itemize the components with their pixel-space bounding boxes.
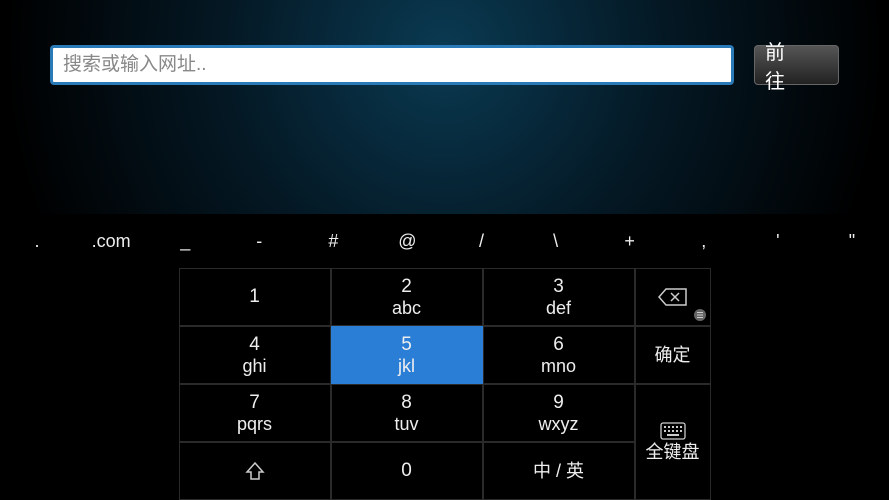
backspace-icon [658, 287, 688, 307]
sym-key-dotcom[interactable]: .com [74, 214, 148, 268]
key-letters: wxyz [539, 414, 579, 435]
sym-key-backslash[interactable]: \ [519, 214, 593, 268]
confirm-label: 确定 [655, 345, 691, 366]
key-letters: mno [541, 356, 576, 377]
sym-key-comma[interactable]: , [667, 214, 741, 268]
shift-icon [245, 461, 265, 481]
sym-key-dash[interactable]: - [222, 214, 296, 268]
lang-toggle-label: 中 / 英 [533, 461, 584, 482]
virtual-keyboard: . .com _ - # @ / \ + , ' " 1 2 abc 3 def [0, 214, 889, 500]
backspace-key[interactable] [635, 268, 711, 326]
sym-key-dot[interactable]: . [0, 214, 74, 268]
keyboard-icon [660, 422, 686, 440]
key-letters: jkl [398, 356, 415, 377]
sym-key-apostrophe[interactable]: ' [741, 214, 815, 268]
key-digit: 3 [553, 276, 564, 298]
key-0[interactable]: 0 [331, 442, 483, 500]
full-keyboard-label: 全键盘 [646, 442, 700, 463]
key-4[interactable]: 4 ghi [179, 326, 331, 384]
key-digit: 9 [553, 392, 564, 414]
key-8[interactable]: 8 tuv [331, 384, 483, 442]
lang-toggle-key[interactable]: 中 / 英 [483, 442, 635, 500]
symbol-row: . .com _ - # @ / \ + , ' " [0, 214, 889, 268]
sym-key-slash[interactable]: / [444, 214, 518, 268]
key-digit: 8 [401, 392, 412, 414]
sym-key-plus[interactable]: + [593, 214, 667, 268]
sym-key-underscore[interactable]: _ [148, 214, 222, 268]
sym-key-hash[interactable]: # [296, 214, 370, 268]
key-letters: ghi [242, 356, 266, 377]
url-input[interactable] [50, 45, 734, 85]
go-button[interactable]: 前 往 [754, 45, 839, 85]
key-letters: tuv [394, 414, 418, 435]
confirm-key[interactable]: 确定 [635, 326, 711, 384]
key-letters: def [546, 298, 571, 319]
key-digit: 5 [401, 334, 412, 356]
key-7[interactable]: 7 pqrs [179, 384, 331, 442]
key-3[interactable]: 3 def [483, 268, 635, 326]
settings-icon [694, 309, 706, 321]
full-keyboard-key[interactable]: 全键盘 [635, 384, 711, 500]
sym-key-at[interactable]: @ [370, 214, 444, 268]
key-1[interactable]: 1 [179, 268, 331, 326]
key-digit: 7 [249, 392, 260, 414]
shift-key[interactable] [179, 442, 331, 500]
key-2[interactable]: 2 abc [331, 268, 483, 326]
key-digit: 0 [401, 460, 412, 482]
key-digit: 2 [401, 276, 412, 298]
key-digit: 6 [553, 334, 564, 356]
key-letters: abc [392, 298, 421, 319]
key-letters: pqrs [237, 414, 272, 435]
key-digit: 1 [249, 286, 260, 308]
sym-key-quote[interactable]: " [815, 214, 889, 268]
key-9[interactable]: 9 wxyz [483, 384, 635, 442]
key-6[interactable]: 6 mno [483, 326, 635, 384]
key-digit: 4 [249, 334, 260, 356]
key-5[interactable]: 5 jkl [331, 326, 483, 384]
